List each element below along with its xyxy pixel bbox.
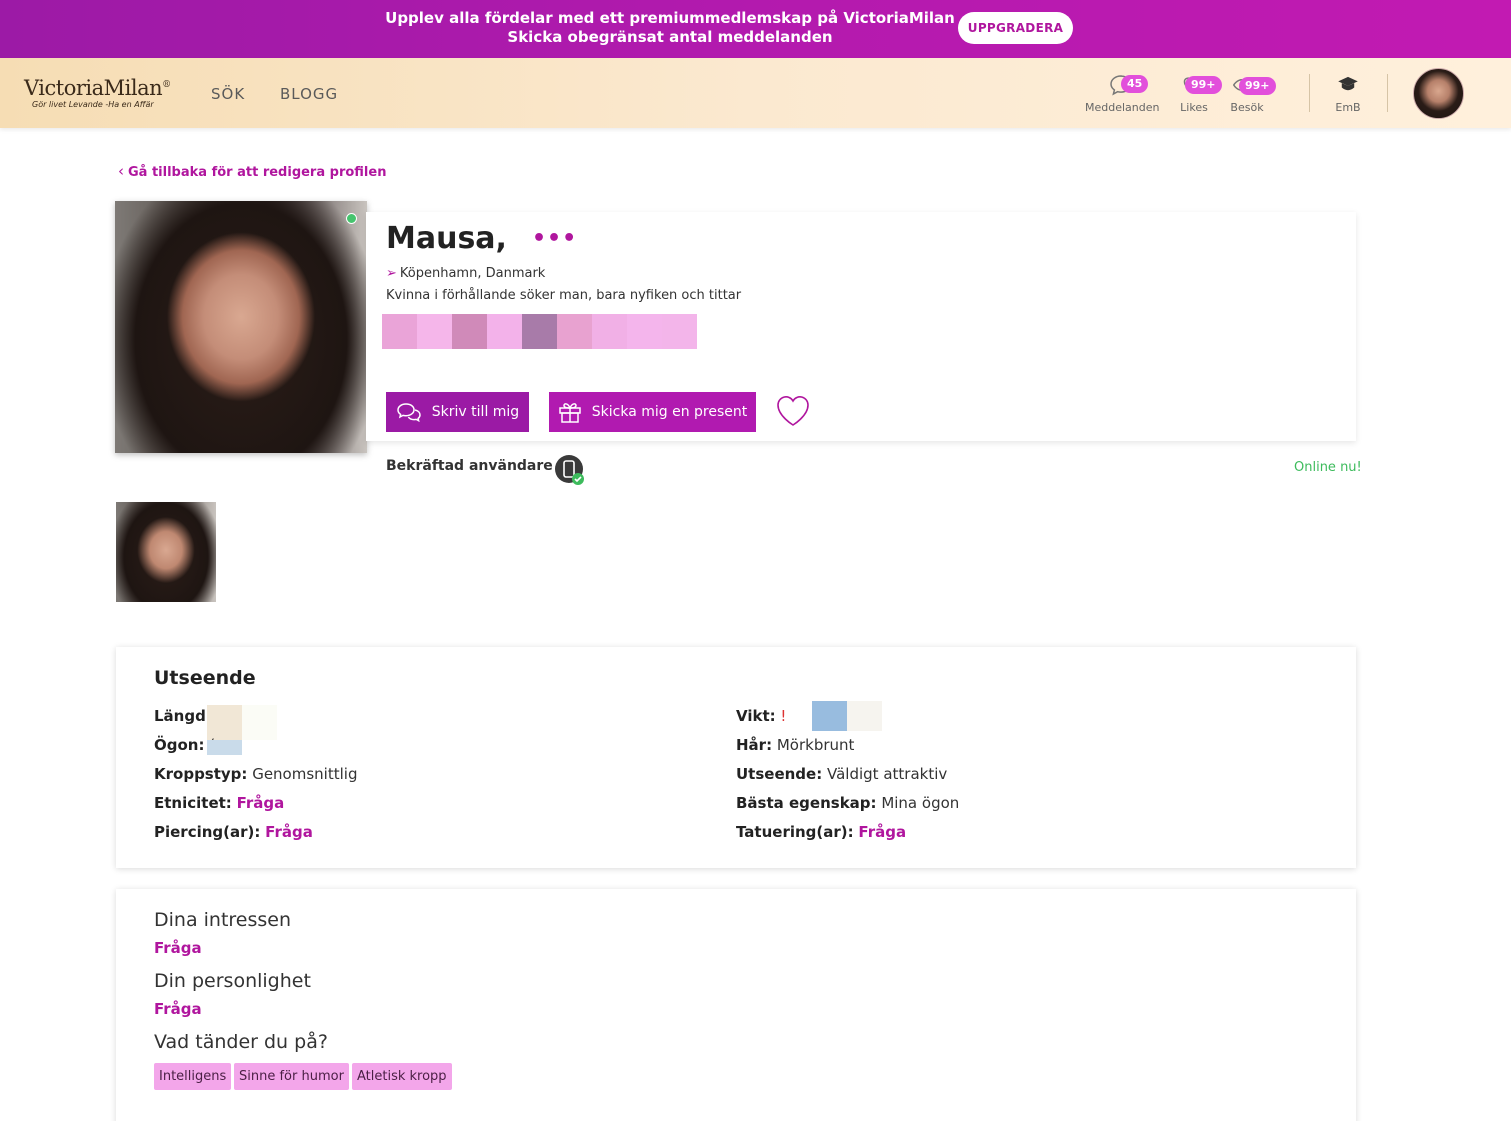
promo-banner: Upplev alla fördelar med ett premiummedl… [0, 0, 1511, 58]
emb-link[interactable]: EmB [1330, 72, 1366, 116]
site-header: VictoriaMilan® Gör livet Levande -Ha en … [0, 58, 1511, 128]
attr-piercing: Piercing(ar): Fråga [154, 823, 313, 841]
promo-text: Upplev alla fördelar med ett premiummedl… [380, 9, 960, 47]
attr-value: Mina ögon [881, 794, 960, 812]
appearance-title: Utseende [154, 667, 256, 689]
profile-description: Kvinna i förhållande söker man, bara nyf… [386, 288, 742, 303]
attr-label: Kroppstyp: [154, 765, 248, 783]
visits-label: Besök [1230, 101, 1264, 114]
online-now-status: Online nu! [1294, 460, 1362, 475]
interests-ask-link[interactable]: Fråga [154, 939, 202, 957]
gift-icon [559, 403, 581, 423]
back-link-label: Gå tillbaka för att redigera profilen [128, 165, 387, 180]
attr-eyes: Ögon: ( [154, 736, 215, 754]
write-button-label: Skriv till mig [431, 404, 520, 420]
emb-label: EmB [1335, 101, 1361, 114]
attr-label: Vikt: [736, 707, 776, 725]
photo-thumbnail[interactable] [116, 502, 216, 602]
ask-link[interactable]: Fråga [858, 823, 906, 841]
chevron-left-icon: ‹ [118, 162, 124, 180]
messages-badge: 45 [1121, 75, 1149, 93]
pixelated-value [812, 701, 847, 731]
attr-best-feature: Bästa egenskap: Mina ögon [736, 794, 959, 812]
logo-tagline: Gör livet Levande -Ha en Affär [32, 100, 154, 109]
personality-ask-link[interactable]: Fråga [154, 1000, 202, 1018]
likes-badge: 99+ [1185, 76, 1222, 94]
pixelated-value [207, 705, 242, 740]
profile-location: ➢ Köpenhamn, Danmark [386, 266, 545, 281]
promo-line-1: Upplev alla fördelar med ett premiummedl… [385, 9, 955, 27]
profile-photo[interactable] [115, 201, 367, 453]
attr-label: Hår: [736, 736, 773, 754]
attr-value: Mörkbrunt [776, 736, 855, 754]
promo-line-2: Skicka obegränsat antal meddelanden [507, 28, 833, 46]
verified-phone-icon [554, 454, 584, 485]
attr-looks: Utseende: Väldigt attraktiv [736, 765, 947, 783]
location-text: Köpenhamn, Danmark [399, 266, 546, 281]
attr-label: Längd: [154, 707, 212, 725]
turn-on-tag: Intelligens [154, 1063, 232, 1090]
gift-button-label: Skicka mig en present [591, 404, 748, 420]
pixelated-text [382, 314, 697, 349]
attr-weight: Vikt: ! [736, 707, 786, 725]
attr-body-type: Kroppstyp: Genomsnittlig [154, 765, 357, 783]
verified-user-label: Bekräftad användare [386, 458, 553, 474]
turn-on-tag: Sinne för humor [234, 1063, 349, 1090]
visits-link[interactable]: 99+ Besök [1229, 72, 1276, 116]
attr-value: ! [780, 707, 787, 725]
ask-link[interactable]: Fråga [237, 794, 285, 812]
attr-tattoo: Tatuering(ar): Fråga [736, 823, 906, 841]
location-arrow-icon: ➢ [386, 266, 397, 281]
like-heart-button[interactable] [775, 394, 811, 432]
attr-height: Längd: [154, 707, 212, 725]
likes-label: Likes [1180, 101, 1208, 114]
personality-title: Din personlighet [154, 970, 311, 992]
pixelated-value [207, 740, 242, 755]
turn-ons-title: Vad tänder du på? [154, 1031, 328, 1053]
attr-label: Etnicitet: [154, 794, 232, 812]
online-status-dot [346, 213, 357, 224]
attr-label: Bästa egenskap: [736, 794, 877, 812]
messages-link[interactable]: 45 Meddelanden [1085, 72, 1160, 116]
attr-label: Tatuering(ar): [736, 823, 854, 841]
attr-label: Piercing(ar): [154, 823, 261, 841]
logo-text: VictoriaMilan® [24, 76, 171, 100]
attr-label: Ögon: [154, 736, 205, 754]
heart-outline-icon [777, 396, 809, 426]
likes-link[interactable]: 99+ Likes [1176, 72, 1222, 116]
send-gift-button[interactable]: Skicka mig en present [549, 392, 756, 432]
visits-badge: 99+ [1239, 77, 1276, 95]
upgrade-button[interactable]: UPPGRADERA [958, 12, 1073, 44]
turn-on-tag: Atletisk kropp [352, 1063, 452, 1090]
logo[interactable]: VictoriaMilan® Gör livet Levande -Ha en … [24, 76, 184, 116]
back-to-edit-profile-link[interactable]: ‹ Gå tillbaka för att redigera profilen [118, 162, 386, 180]
write-to-me-button[interactable]: Skriv till mig [386, 392, 529, 432]
attr-value: Väldigt attraktiv [827, 765, 948, 783]
chat-icon [397, 403, 421, 422]
messages-label: Meddelanden [1085, 101, 1160, 114]
nav-search[interactable]: SÖK [211, 85, 245, 103]
header-divider [1309, 74, 1310, 112]
ask-link[interactable]: Fråga [265, 823, 313, 841]
interests-title: Dina intressen [154, 909, 292, 931]
header-divider [1387, 74, 1388, 112]
more-options-button[interactable]: ••• [532, 226, 577, 251]
nav-blog[interactable]: BLOGG [280, 85, 338, 103]
graduation-cap-icon [1338, 76, 1358, 91]
user-avatar[interactable] [1413, 68, 1464, 119]
pixelated-value [847, 701, 882, 731]
pixelated-value [242, 705, 277, 740]
attr-label: Utseende: [736, 765, 823, 783]
attr-hair: Hår: Mörkbrunt [736, 736, 854, 754]
attr-value: Genomsnittlig [252, 765, 358, 783]
attr-ethnicity: Etnicitet: Fråga [154, 794, 284, 812]
profile-name: Mausa, [386, 221, 507, 256]
